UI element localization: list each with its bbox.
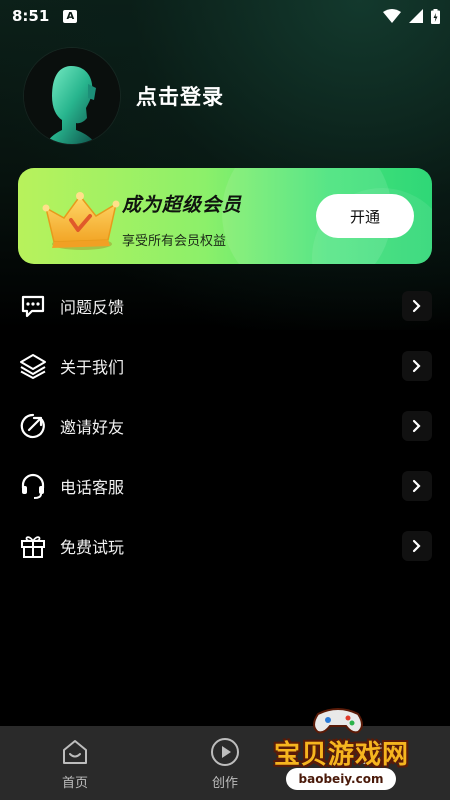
invite-icon xyxy=(18,411,48,441)
menu-label: 免费试玩 xyxy=(60,538,125,557)
avatar-head-icon xyxy=(24,48,120,144)
crown-icon xyxy=(42,192,120,250)
vip-subtitle: 享受所有会员权益 xyxy=(122,234,227,249)
gamepad-icon xyxy=(313,708,363,734)
menu-label: 问题反馈 xyxy=(60,298,125,317)
chevron-right-icon xyxy=(402,471,432,501)
status-icons xyxy=(383,8,440,24)
settings-menu: 问题反馈 关于我们 邀请好友 电话客服 免费试玩 xyxy=(0,276,450,576)
vip-title: 成为超级会员 xyxy=(122,194,243,216)
menu-label: 关于我们 xyxy=(60,358,125,377)
menu-label: 电话客服 xyxy=(60,478,125,497)
status-bar: 8:51 A xyxy=(0,0,450,32)
nav-label: 创作 xyxy=(211,776,238,791)
avatar[interactable] xyxy=(24,48,120,144)
vip-banner[interactable]: 成为超级会员 享受所有会员权益 开通 xyxy=(18,168,432,264)
home-icon xyxy=(63,740,87,764)
headset-icon xyxy=(18,471,48,501)
chevron-right-icon xyxy=(402,411,432,441)
wifi-icon xyxy=(383,9,401,23)
notification-a-icon: A xyxy=(63,9,78,23)
status-time: 8:51 xyxy=(12,7,50,25)
menu-label: 邀请好友 xyxy=(60,418,125,437)
chevron-right-icon xyxy=(402,531,432,561)
nav-label: 首页 xyxy=(61,776,88,791)
feedback-icon xyxy=(18,291,48,321)
menu-item-free-trial[interactable]: 免费试玩 xyxy=(0,516,450,576)
open-vip-button[interactable]: 开通 xyxy=(316,194,414,238)
layers-icon xyxy=(18,351,48,381)
nav-tab-home[interactable]: 首页 xyxy=(0,726,150,800)
menu-item-invite[interactable]: 邀请好友 xyxy=(0,396,450,456)
gift-icon xyxy=(18,531,48,561)
menu-item-about[interactable]: 关于我们 xyxy=(0,336,450,396)
chevron-right-icon xyxy=(402,291,432,321)
signal-icon xyxy=(409,9,423,23)
menu-item-phone-service[interactable]: 电话客服 xyxy=(0,456,450,516)
menu-item-feedback[interactable]: 问题反馈 xyxy=(0,276,450,336)
play-icon xyxy=(211,738,239,766)
watermark-url: baobeiy.com xyxy=(286,768,396,790)
chevron-right-icon xyxy=(402,351,432,381)
watermark-logo: 宝贝游戏网 baobeiy.com xyxy=(270,706,440,796)
profile-header[interactable]: 点击登录 xyxy=(24,48,224,144)
watermark-text: 宝贝游戏网 xyxy=(274,740,410,770)
battery-icon xyxy=(431,8,440,24)
login-prompt[interactable]: 点击登录 xyxy=(136,81,224,111)
